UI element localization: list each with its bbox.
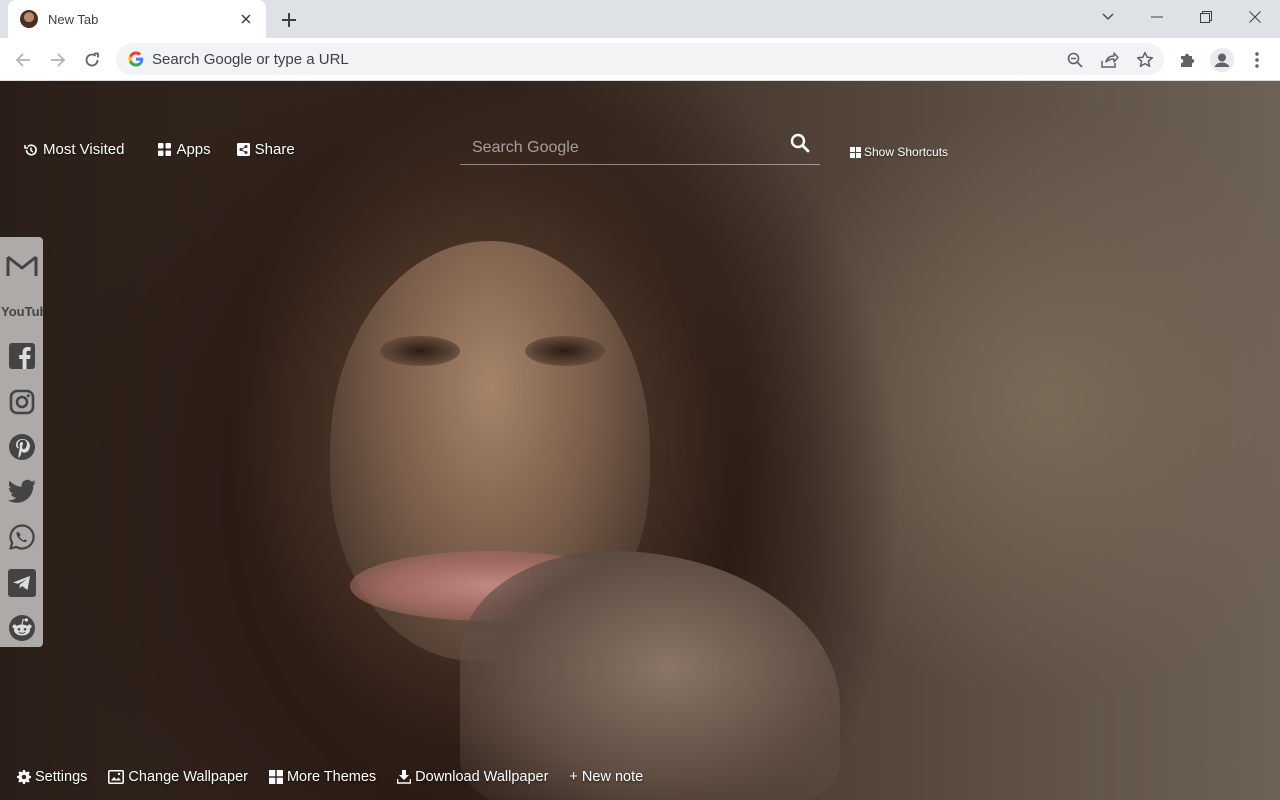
reload-icon [85,52,99,67]
youtube-icon[interactable]: YouTube [0,288,43,333]
change-wallpaper-label: Change Wallpaper [128,769,248,785]
back-button[interactable] [9,46,37,74]
extensions-puzzle-icon[interactable] [1176,48,1200,72]
restore-icon [1200,11,1212,23]
tab-new-tab[interactable]: New Tab [8,0,266,38]
new-tab-page: Most Visited Apps Share Show Shortcuts Y… [0,81,1280,800]
search-icon[interactable] [790,133,814,157]
apps-grid-icon [158,143,172,156]
change-wallpaper-button[interactable]: Change Wallpaper [108,769,248,785]
browser-toolbar [0,38,1280,81]
settings-label: Settings [35,769,88,785]
profile-avatar-icon[interactable] [1210,48,1234,72]
wallpaper-eye-right [525,336,605,366]
forward-button[interactable] [44,46,72,74]
whatsapp-icon[interactable] [0,515,43,560]
bookmark-star-icon[interactable] [1134,49,1156,71]
close-icon [1249,11,1261,23]
download-icon [397,770,412,784]
restore-button[interactable] [1191,4,1221,30]
minimize-button[interactable] [1142,4,1172,30]
svg-text:YouTube: YouTube [1,304,43,319]
social-sidebar: YouTube [0,237,43,647]
minimize-icon [1151,16,1163,18]
orangutan-favicon-icon [20,10,38,28]
history-icon [24,143,37,156]
omnibox[interactable] [116,43,1164,75]
settings-button[interactable]: Settings [17,769,87,785]
reload-button[interactable] [78,46,106,74]
ntp-bottom-bar: Settings Change Wallpaper More Themes Do… [17,769,664,785]
facebook-icon[interactable] [0,334,43,379]
kebab-menu-icon[interactable] [1245,48,1269,72]
arrow-right-icon [51,53,66,67]
telegram-icon[interactable] [0,560,43,605]
ntp-search-box [460,129,820,165]
gear-icon [17,770,31,784]
ntp-top-nav: Most Visited Apps Share [24,141,321,158]
tab-title: New Tab [48,11,99,27]
apps-link[interactable]: Apps [158,141,211,158]
pinterest-icon[interactable] [0,424,43,469]
more-themes-button[interactable]: More Themes [268,769,377,785]
ntp-search-input[interactable] [460,133,780,163]
close-icon[interactable] [238,11,254,27]
download-wallpaper-label: Download Wallpaper [415,769,549,785]
grid-icon [268,770,283,784]
new-note-button[interactable]: + New note [569,769,643,785]
twitter-icon[interactable] [0,469,43,514]
omnibox-input[interactable] [152,50,1032,68]
more-themes-label: More Themes [286,769,377,785]
show-shortcuts-label: Show Shortcuts [864,145,949,159]
most-visited-label: Most Visited [43,141,125,158]
new-note-label: + New note [569,769,644,785]
google-g-icon [128,51,144,67]
instagram-icon[interactable] [0,379,43,424]
tab-search-button[interactable] [1093,4,1123,30]
download-wallpaper-button[interactable]: Download Wallpaper [397,769,548,785]
share-link[interactable]: Share [236,141,295,158]
wallpaper-eye-left [380,336,460,366]
arrow-left-icon [15,53,30,67]
most-visited-link[interactable]: Most Visited [24,141,124,158]
share-label: Share [254,141,295,158]
reddit-icon[interactable] [0,605,43,650]
share-icon[interactable] [1099,49,1121,71]
share-square-icon [236,143,250,156]
image-icon [108,770,125,784]
gmail-icon[interactable] [0,243,43,288]
show-shortcuts-button[interactable]: Show Shortcuts [850,145,948,159]
zoom-icon[interactable] [1064,49,1086,71]
new-tab-button[interactable] [276,7,302,33]
close-window-button[interactable] [1240,4,1270,30]
grid-icon [850,146,861,158]
tab-strip: New Tab [0,0,1280,38]
plus-icon [282,13,296,27]
chevron-down-icon [1102,13,1114,20]
wallpaper-hand [460,551,840,800]
apps-label: Apps [176,141,211,158]
